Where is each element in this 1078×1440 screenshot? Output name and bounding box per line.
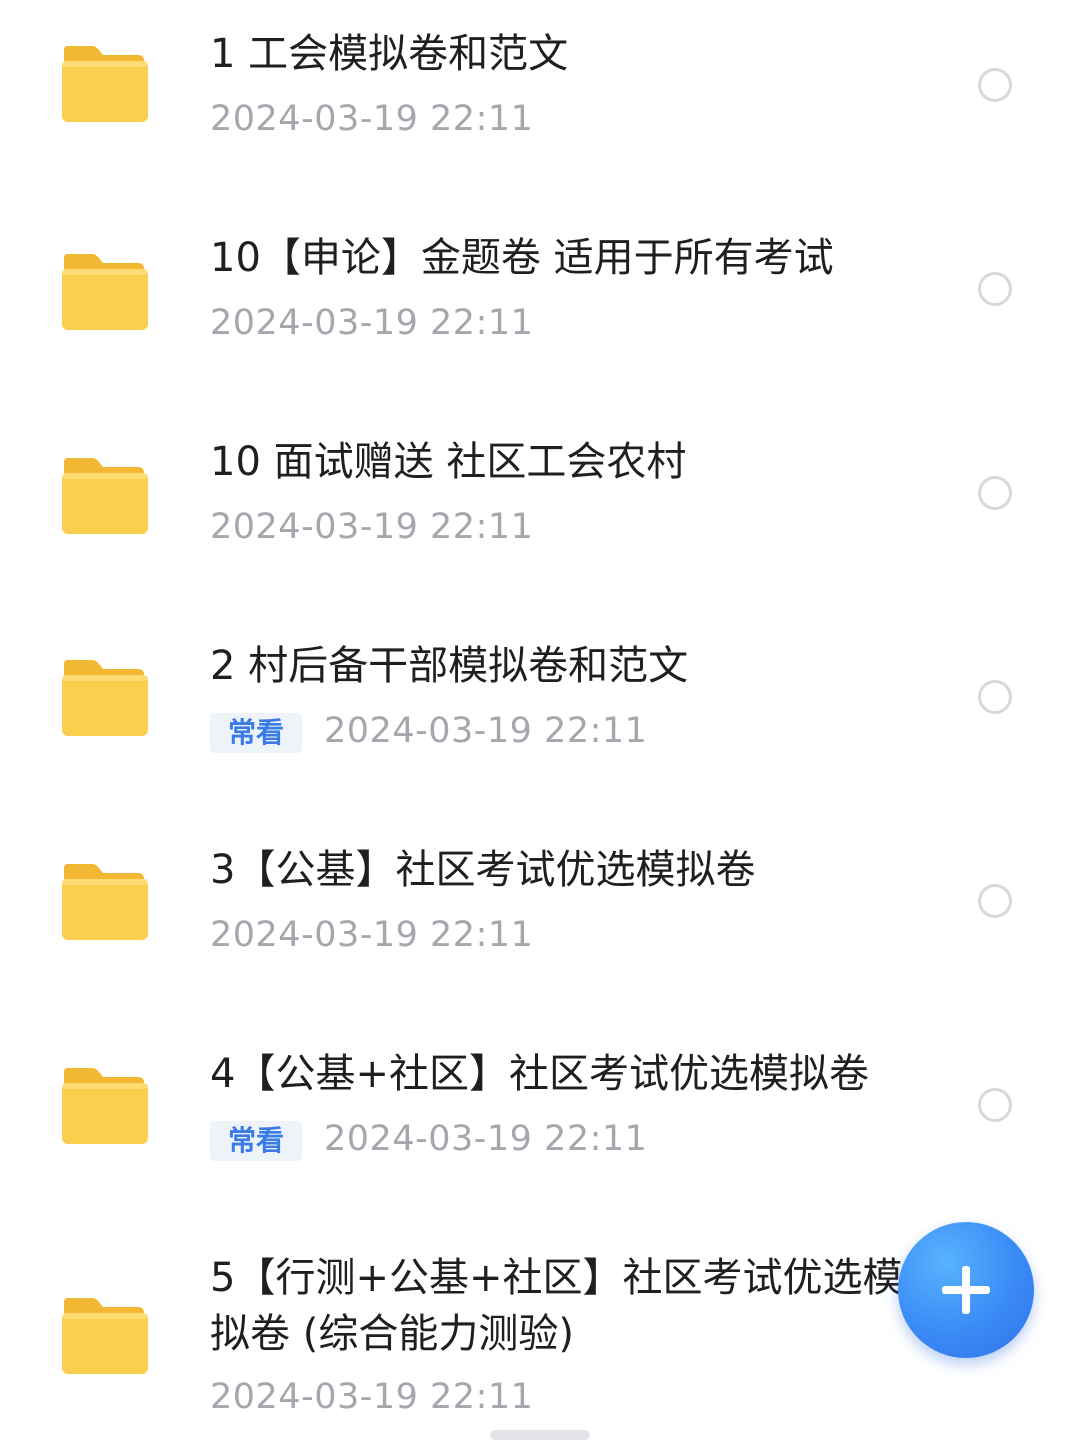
file-list: 1 工会模拟卷和范文 2024-03-19 22:11 10【申论】金题卷 适用… bbox=[0, 0, 1078, 1438]
frequent-badge: 常看 bbox=[210, 1121, 303, 1161]
home-indicator bbox=[490, 1430, 590, 1440]
list-item[interactable]: 1 工会模拟卷和范文 2024-03-19 22:11 bbox=[0, 0, 1078, 204]
file-date: 2024-03-19 22:11 bbox=[210, 1377, 534, 1417]
file-meta: 2024-03-19 22:11 bbox=[210, 1374, 533, 1420]
folder-icon bbox=[58, 658, 148, 736]
file-title: 5【行测+公基+社区】社区考试优选模拟卷 (综合能力测验) bbox=[210, 1255, 903, 1357]
file-meta: 2024-03-19 22:11 bbox=[210, 96, 533, 142]
file-date: 2024-03-19 22:11 bbox=[324, 1119, 648, 1159]
file-meta: 2024-03-19 22:11 bbox=[210, 504, 533, 550]
add-button[interactable] bbox=[898, 1222, 1034, 1358]
list-item[interactable]: 2 村后备干部模拟卷和范文 常看 2024-03-19 22:11 bbox=[0, 612, 1078, 816]
folder-icon bbox=[58, 252, 148, 330]
file-date: 2024-03-19 22:11 bbox=[210, 915, 534, 955]
list-item[interactable]: 10 面试赠送 社区工会农村 2024-03-19 22:11 bbox=[0, 408, 1078, 612]
file-meta: 常看 2024-03-19 22:11 bbox=[210, 1116, 647, 1162]
folder-icon bbox=[58, 1296, 148, 1374]
frequent-badge: 常看 bbox=[210, 713, 303, 753]
file-date: 2024-03-19 22:11 bbox=[210, 303, 534, 343]
radio-circle-icon[interactable] bbox=[978, 272, 1012, 306]
list-item[interactable]: 10【申论】金题卷 适用于所有考试 2024-03-19 22:11 bbox=[0, 204, 1078, 408]
radio-circle-icon[interactable] bbox=[978, 680, 1012, 714]
file-title: 1 工会模拟卷和范文 bbox=[210, 31, 569, 77]
file-meta: 常看 2024-03-19 22:11 bbox=[210, 708, 647, 754]
list-item[interactable]: 4【公基+社区】社区考试优选模拟卷 常看 2024-03-19 22:11 bbox=[0, 1020, 1078, 1224]
radio-circle-icon[interactable] bbox=[978, 68, 1012, 102]
plus-icon-vertical bbox=[962, 1266, 970, 1314]
file-title: 4【公基+社区】社区考试优选模拟卷 bbox=[210, 1051, 869, 1097]
folder-icon bbox=[58, 862, 148, 940]
file-date: 2024-03-19 22:11 bbox=[210, 507, 534, 547]
file-title: 3【公基】社区考试优选模拟卷 bbox=[210, 847, 756, 893]
file-title: 10【申论】金题卷 适用于所有考试 bbox=[210, 235, 834, 281]
radio-circle-icon[interactable] bbox=[978, 476, 1012, 510]
folder-icon bbox=[58, 44, 148, 122]
file-meta: 2024-03-19 22:11 bbox=[210, 912, 533, 958]
file-date: 2024-03-19 22:11 bbox=[210, 99, 534, 139]
file-title: 2 村后备干部模拟卷和范文 bbox=[210, 643, 689, 689]
file-meta: 2024-03-19 22:11 bbox=[210, 300, 533, 346]
folder-icon bbox=[58, 1066, 148, 1144]
folder-icon bbox=[58, 456, 148, 534]
file-date: 2024-03-19 22:11 bbox=[324, 711, 648, 751]
list-item[interactable]: 3【公基】社区考试优选模拟卷 2024-03-19 22:11 bbox=[0, 816, 1078, 1020]
radio-circle-icon[interactable] bbox=[978, 1088, 1012, 1122]
file-title: 10 面试赠送 社区工会农村 bbox=[210, 439, 687, 485]
radio-circle-icon[interactable] bbox=[978, 884, 1012, 918]
